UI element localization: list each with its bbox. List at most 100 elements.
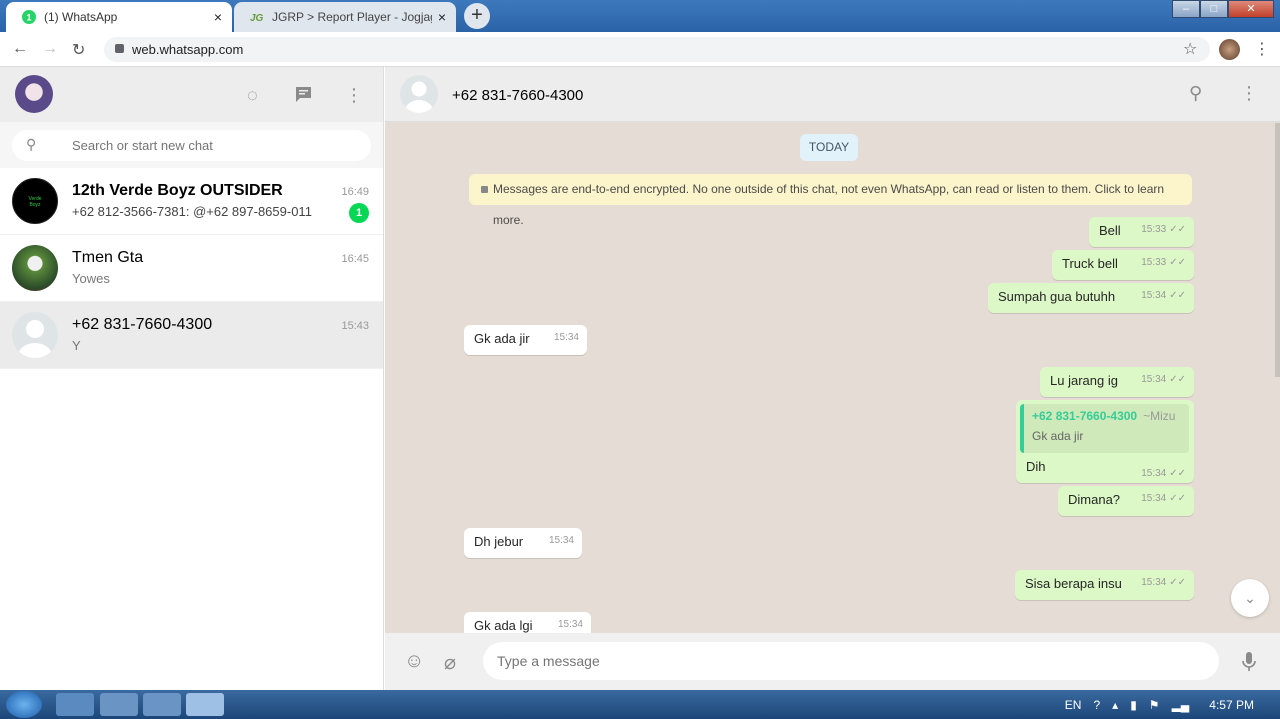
menu-icon[interactable]: ⋮ [1240,83,1258,104]
maximize-icon[interactable]: □ [1200,0,1228,18]
signal-icon[interactable]: ▂▄ [1172,698,1190,712]
jgrp-icon: JG [250,13,264,24]
chat-list-item[interactable]: Tmen Gta Yowes 16:45 [0,235,383,302]
flag-icon[interactable]: ⚑ [1149,698,1160,712]
search-icon[interactable]: ⚲ [1189,83,1202,104]
taskbar-app-icon[interactable] [143,693,181,716]
message-text: Gk ada jir [474,331,530,346]
message-time: 15:34 [1141,468,1167,479]
double-check-icon: ✓✓ [1169,374,1186,385]
microphone-icon[interactable] [1241,651,1257,673]
chat-list-item[interactable]: +62 831-7660-4300 Y 15:43 [0,302,383,369]
bookmark-star-icon[interactable]: ☆ [1183,39,1197,59]
default-avatar-icon [12,312,58,358]
tab-title: JGRP > Report Player - Jogjagam [272,10,432,24]
status-icon[interactable]: ◌ [247,85,258,106]
incoming-message[interactable]: Gk ada lgi 15:34 [464,612,591,633]
chat-name: Tmen Gta [72,249,144,266]
lock-icon [115,44,124,53]
double-check-icon: ✓✓ [1169,290,1186,301]
back-icon[interactable]: ← [12,40,28,58]
scrollbar[interactable] [1275,123,1280,377]
url-field[interactable]: web.whatsapp.com [104,37,1210,62]
outgoing-message[interactable]: Sisa berapa insu 15:34 ✓✓ [1015,570,1194,600]
message-time: 15:34 [557,619,583,630]
quote-alias: ~Mizu [1143,409,1176,423]
double-check-icon: ✓✓ [1169,577,1186,588]
outgoing-message[interactable]: +62 831-7660-4300 ~Mizu Gk ada jir Dih 15… [1016,400,1194,483]
new-chat-icon[interactable] [294,86,313,103]
whatsapp-icon: 1 [22,10,36,24]
language-indicator[interactable]: EN [1065,698,1082,712]
close-tab-icon[interactable]: × [214,9,222,25]
chrome-icon[interactable] [186,693,224,716]
encryption-notice[interactable]: Messages are end-to-end encrypted. No on… [469,174,1192,227]
message-time: 15:34 [1141,290,1167,301]
outgoing-message[interactable]: Dimana? 15:34 ✓✓ [1058,486,1194,516]
close-tab-icon[interactable]: × [438,9,446,25]
svg-text:JG: JG [250,13,264,24]
svg-text:Boyz: Boyz [29,202,41,208]
profile-avatar[interactable] [1219,39,1240,60]
chat-name: +62 831-7660-4300 [72,316,213,333]
reload-icon[interactable]: ↻ [72,40,85,60]
tab-jgrp[interactable]: JG JGRP > Report Player - Jogjagam × [234,2,456,32]
message-input-box [483,642,1219,680]
sidebar-header: ◌ ⋮ [0,67,383,122]
scroll-down-button[interactable]: ⌄ [1231,579,1269,617]
tray-arrow-icon[interactable]: ▴ [1112,698,1118,712]
url-text: web.whatsapp.com [132,42,244,57]
system-tray: EN ? ▴ ▮ ⚑ ▂▄ 4:57 PM [1059,690,1280,719]
double-check-icon: ✓✓ [1169,224,1186,235]
date-divider: TODAY [800,134,858,161]
contact-avatar [12,245,58,291]
quoted-message[interactable]: +62 831-7660-4300 ~Mizu Gk ada jir [1020,404,1189,453]
chat-preview: Y [72,338,81,353]
minimize-icon[interactable]: – [1172,0,1200,18]
outgoing-message[interactable]: Truck bell 15:33 ✓✓ [1052,250,1194,280]
search-input[interactable] [72,130,352,161]
outgoing-message[interactable]: Bell 15:33 ✓✓ [1089,217,1194,247]
help-icon[interactable]: ? [1093,698,1100,712]
outgoing-message[interactable]: Lu jarang ig 15:34 ✓✓ [1040,367,1194,397]
quote-text: Gk ada jir [1032,429,1084,443]
group-avatar: Verde Boyz [12,178,58,224]
window-controls: – □ ✕ [1172,0,1274,18]
clock[interactable]: 4:57 PM [1209,698,1254,712]
message-text: Sisa berapa insu [1025,576,1122,591]
tab-whatsapp[interactable]: 1 (1) WhatsApp × [6,2,232,32]
message-input[interactable] [483,642,1183,680]
outgoing-message[interactable]: Sumpah gua butuhh 15:34 ✓✓ [988,283,1194,313]
taskbar-app-icon[interactable] [56,693,94,716]
message-time: 15:34 [1141,577,1167,588]
incoming-message[interactable]: Dh jebur 15:34 [464,528,582,558]
forward-icon[interactable]: → [42,40,58,58]
message-time: 15:33 [1141,257,1167,268]
new-tab-button[interactable]: + [464,3,490,29]
network-icon[interactable]: ▮ [1130,698,1137,712]
quote-author: +62 831-7660-4300 [1032,409,1138,423]
composer: ☺ ⌀ [385,633,1280,690]
message-time: 15:34 [1141,493,1167,504]
start-button[interactable] [6,691,42,718]
close-window-icon[interactable]: ✕ [1228,0,1274,18]
chat-time: 16:49 [341,186,369,198]
chat-list-item[interactable]: Verde Boyz 12th Verde Boyz OUTSIDER +62 8… [0,168,383,235]
menu-icon[interactable]: ⋮ [345,85,363,106]
chat-preview: +62 812-3566-7381: @+62 897-8659-011 [72,204,312,219]
emoji-icon[interactable]: ☺ [404,650,424,673]
unread-badge: 1 [349,203,369,223]
message-text: Sumpah gua butuhh [998,289,1116,304]
browser-menu-icon[interactable]: ⋮ [1254,39,1270,59]
message-text: Lu jarang ig [1050,373,1118,388]
folder-icon[interactable] [100,693,138,716]
default-avatar-icon[interactable] [400,75,438,113]
svg-text:1: 1 [26,13,31,23]
contact-name[interactable]: +62 831-7660-4300 [452,87,583,104]
incoming-message[interactable]: Gk ada jir 15:34 [464,325,587,355]
my-avatar[interactable] [15,75,53,113]
chat-preview: Yowes [72,271,110,286]
attach-icon[interactable]: ⌀ [444,650,456,675]
conversation-panel: +62 831-7660-4300 ⚲ ⋮ TODAY Messages are… [385,67,1280,690]
chevron-down-icon: ⌄ [1244,590,1256,606]
